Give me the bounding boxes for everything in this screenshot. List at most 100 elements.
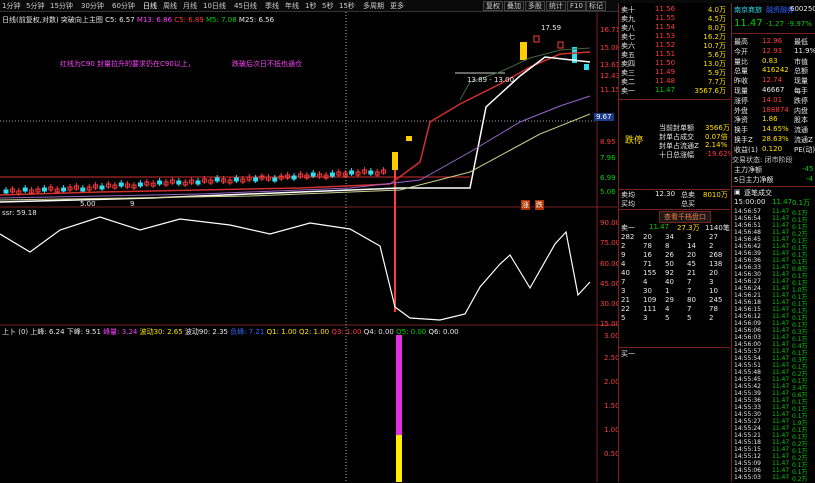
quote-field-label: 现量 [734, 87, 748, 95]
quote-field-row: 现量 46667 每手 [732, 86, 815, 95]
seal-stat-row: 封单占成交 0.07倍 [619, 132, 730, 141]
main-net-row: 主力净额 -45 [732, 165, 815, 174]
legend-c5b: C5: 6.89 [174, 16, 204, 24]
price-change-pct: -9.97% [787, 20, 812, 28]
period-tab[interactable]: 5秒 [322, 1, 333, 11]
sell-level-row: 卖二 11.48 7.7万 [619, 77, 730, 86]
tick-price: 11.47 [772, 453, 790, 460]
period-tab[interactable]: 1分钟 [2, 1, 20, 11]
tick-price: 11.47 [772, 208, 790, 215]
candle-body [392, 152, 398, 170]
ticks-header[interactable]: ▣ 逐笔成交 [732, 188, 815, 197]
quote-field-row: 总量 416242 总额 [732, 66, 815, 75]
toolbar-button[interactable]: 叠加 [504, 1, 524, 11]
sell-level-volume: 3567.6万 [694, 87, 727, 95]
quote-field-row: 最高 12.96 最低 [732, 37, 815, 46]
quote-field-value: 416242 [762, 66, 789, 75]
queue-cell: 20 [709, 269, 718, 277]
queue-row: 3 30 1 7 10 [619, 287, 730, 296]
period-tab[interactable]: 15秒 [339, 1, 355, 11]
period-tab[interactable]: 周线 [163, 1, 177, 11]
toolbar-button[interactable]: 统计 [546, 1, 566, 11]
queue-cell: 16 [643, 251, 652, 259]
queue-cell: 8 [665, 242, 670, 250]
tick-price: 11.47 [772, 348, 790, 355]
bl-b: 下峰: 9.51 [66, 328, 101, 336]
toolbar-button[interactable]: F10 [567, 1, 586, 11]
period-tab[interactable]: 10日线 [203, 1, 226, 11]
period-tab[interactable]: 15分钟 [50, 1, 73, 11]
candle-body [253, 177, 259, 182]
tick-price: 11.47 [772, 369, 790, 376]
queue-cell: 5 [621, 314, 626, 322]
quote-field-label: 外盘 [734, 106, 748, 115]
candle-body [272, 177, 278, 182]
queue-cell: 22 [621, 305, 630, 313]
quote-field-value: 0.120 [762, 144, 783, 153]
period-tab[interactable]: 1秒 [305, 1, 316, 11]
tick-price: 11.47 [772, 362, 790, 369]
queue-cell: 78 [709, 305, 718, 313]
candle-body [520, 42, 527, 60]
queue-row: 9 16 26 20 268 [619, 251, 730, 260]
tick-time: 14:55:27 [734, 418, 761, 425]
period-tab[interactable]: 60分钟 [112, 1, 135, 11]
bl-c: 峰量: 3.24 [103, 328, 138, 336]
toolbar-button[interactable]: 复权 [483, 1, 503, 11]
mark-down-flag: 跌 [535, 200, 544, 210]
candle-body [80, 187, 86, 192]
quote-field-label-2: 11.9% [794, 46, 815, 55]
period-tab[interactable]: 30分钟 [81, 1, 104, 11]
order-book-panel: 卖十 11.56 4.0万 卖九 11.55 4.5万 卖八 11.54 8.0万 卖七 11.53… [618, 3, 734, 482]
buy-avg-row: 买均 总买 [619, 199, 730, 208]
quote-field-label: 总量 [734, 67, 748, 76]
toolbar-button[interactable]: 标记 [586, 1, 606, 11]
tick-price: 11.47 [772, 264, 790, 271]
period-tab[interactable]: 45日线 [234, 1, 257, 11]
tick-time: 14:55:06 [734, 467, 761, 474]
period-tab[interactable]: 季线 [265, 1, 279, 11]
sell-level-label: 卖一 [621, 87, 635, 95]
period-tab[interactable]: 月线 [183, 1, 197, 11]
tick-time: 14:55:51 [734, 362, 761, 369]
candle-body [157, 180, 163, 185]
queue-cell: 21 [621, 296, 630, 304]
toolbar-button[interactable]: 多股 [525, 1, 545, 11]
period-tab[interactable]: 5分钟 [26, 1, 44, 11]
tick-price: 11.47 [772, 215, 790, 222]
queue-cell: 3 [621, 287, 626, 295]
candle-body [584, 64, 589, 70]
queue-row: 2 78 8 14 2 [619, 242, 730, 251]
buy-avg-label: 买均 [621, 200, 635, 208]
period-tab[interactable]: 更多 [390, 1, 404, 11]
thousand-depth-button[interactable]: 查看千档盘口 [659, 211, 711, 223]
candle-body [99, 185, 105, 190]
quote-field-label-2: PE(动) [794, 145, 815, 154]
tick-price: 11.47 [772, 425, 790, 432]
bl-l: Q6: 0.00 [428, 328, 459, 336]
period-tab[interactable]: 日线 [143, 1, 157, 11]
period-tab[interactable]: 多周期 [363, 1, 384, 11]
tick-time: 14:55:30 [734, 411, 761, 418]
main-net-value: -45 [802, 165, 814, 173]
candle-body [291, 175, 297, 180]
quote-field-label-2: 现量 [794, 77, 808, 86]
queue-cell: 50 [665, 260, 674, 268]
seal-stat-value: -19.62% [705, 150, 735, 158]
candle-body [557, 41, 564, 49]
bl-i: Q3: 1.00 [331, 328, 362, 336]
tick-price: 11.47 [772, 327, 790, 334]
sell-level-row: 卖九 11.55 4.5万 [619, 14, 730, 23]
chart-area[interactable]: 日线(前复权,对数) 突破向上主图 C5: 6.57 M13: 6.86 C5:… [0, 12, 620, 482]
quote-field-label: 净资 [734, 116, 748, 125]
period-tab[interactable]: 年线 [285, 1, 299, 11]
tick-price: 11.47 [772, 390, 790, 397]
queue-cell: 138 [709, 260, 723, 268]
tick-price: 11.47 [772, 432, 790, 439]
tick-time: 14:55:12 [734, 453, 761, 460]
quote-field-label: 今开 [734, 47, 748, 56]
queue-cell: 5 [687, 314, 692, 322]
queue-cell: 7 [687, 278, 692, 286]
tick-time: 14:55:39 [734, 390, 761, 397]
queue-cell: 92 [665, 269, 674, 277]
